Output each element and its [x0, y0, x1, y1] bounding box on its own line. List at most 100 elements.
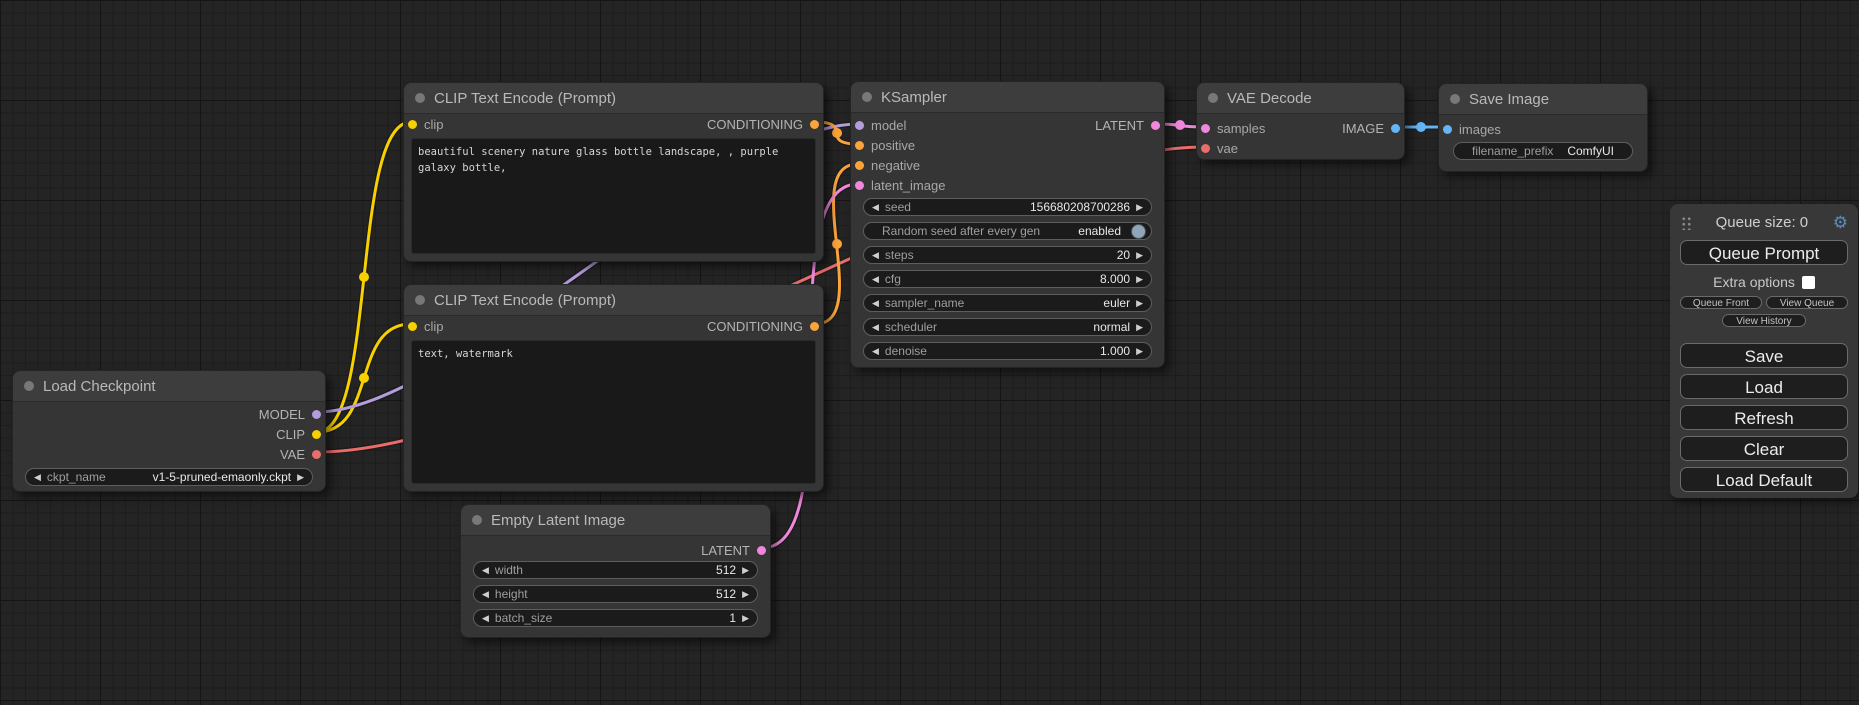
- load-default-button[interactable]: Load Default: [1680, 467, 1848, 492]
- input-slot-clip[interactable]: [408, 120, 417, 129]
- ckpt-name-widget[interactable]: ◀ ckpt_name v1-5-pruned-emaonly.ckpt ▶: [25, 468, 313, 486]
- node-title-bar[interactable]: Load Checkpoint: [13, 371, 325, 402]
- view-history-button[interactable]: View History: [1722, 314, 1806, 327]
- collapse-dot-icon[interactable]: [472, 515, 482, 525]
- node-clip-text-encode-negative[interactable]: CLIP Text Encode (Prompt) clip CONDITION…: [403, 284, 824, 492]
- node-vae-decode[interactable]: VAE Decode samples IMAGE vae: [1196, 82, 1405, 160]
- output-slot-conditioning[interactable]: [810, 322, 819, 331]
- node-title-bar[interactable]: VAE Decode: [1197, 83, 1404, 114]
- positive-prompt-textarea[interactable]: beautiful scenery nature glass bottle la…: [411, 138, 816, 254]
- output-slot-conditioning[interactable]: [810, 120, 819, 129]
- decrement-arrow-icon[interactable]: ◀: [34, 473, 41, 482]
- node-title-bar[interactable]: CLIP Text Encode (Prompt): [404, 285, 823, 316]
- queue-panel-header: Queue size: 0 ⚙: [1680, 212, 1848, 232]
- node-title: Empty Latent Image: [491, 512, 625, 529]
- node-clip-text-encode-positive[interactable]: CLIP Text Encode (Prompt) clip CONDITION…: [403, 82, 824, 262]
- increment-arrow-icon[interactable]: ▶: [1136, 251, 1143, 260]
- input-slot-samples[interactable]: [1201, 124, 1210, 133]
- drag-handle-icon[interactable]: [1680, 215, 1691, 230]
- input-slot-negative[interactable]: [855, 161, 864, 170]
- node-graph-canvas[interactable]: Load Checkpoint MODEL CLIP VAE ◀ ckpt_na…: [0, 0, 1859, 705]
- settings-gear-icon[interactable]: ⚙: [1833, 214, 1848, 231]
- node-empty-latent-image[interactable]: Empty Latent Image LATENT ◀ width 512 ▶ …: [460, 504, 771, 638]
- node-title-bar[interactable]: Empty Latent Image: [461, 505, 770, 536]
- decrement-arrow-icon[interactable]: ◀: [872, 203, 879, 212]
- node-title: KSampler: [881, 89, 947, 106]
- input-slot-latent-image[interactable]: [855, 181, 864, 190]
- node-title-bar[interactable]: Save Image: [1439, 84, 1647, 115]
- increment-arrow-icon[interactable]: ▶: [1136, 299, 1143, 308]
- height-widget[interactable]: ◀ height 512 ▶: [473, 585, 758, 603]
- node-title-bar[interactable]: KSampler: [851, 82, 1164, 113]
- output-row: CLIP: [13, 424, 325, 444]
- input-slot-positive[interactable]: [855, 141, 864, 150]
- decrement-arrow-icon[interactable]: ◀: [872, 347, 879, 356]
- collapse-dot-icon[interactable]: [415, 93, 425, 103]
- decrement-arrow-icon[interactable]: ◀: [482, 614, 489, 623]
- slot-row: vae: [1197, 138, 1404, 158]
- load-button[interactable]: Load: [1680, 374, 1848, 399]
- node-title: Load Checkpoint: [43, 378, 156, 395]
- output-slot-latent[interactable]: [757, 546, 766, 555]
- seed-widget[interactable]: ◀ seed 156680208700286 ▶: [863, 198, 1152, 216]
- link-dot: [832, 239, 842, 249]
- view-queue-button[interactable]: View Queue: [1766, 296, 1848, 309]
- filename-prefix-widget[interactable]: filename_prefix ComfyUI: [1453, 142, 1633, 160]
- output-slot-latent[interactable]: [1151, 121, 1160, 130]
- batch-size-widget[interactable]: ◀ batch_size 1 ▶: [473, 609, 758, 627]
- queue-prompt-button[interactable]: Queue Prompt: [1680, 240, 1848, 265]
- output-slot-model[interactable]: [312, 410, 321, 419]
- collapse-dot-icon[interactable]: [1450, 94, 1460, 104]
- decrement-arrow-icon[interactable]: ◀: [872, 251, 879, 260]
- increment-arrow-icon[interactable]: ▶: [1136, 203, 1143, 212]
- denoise-widget[interactable]: ◀ denoise 1.000 ▶: [863, 342, 1152, 360]
- link-dot: [832, 128, 842, 138]
- node-title: CLIP Text Encode (Prompt): [434, 90, 616, 107]
- decrement-arrow-icon[interactable]: ◀: [872, 299, 879, 308]
- cfg-widget[interactable]: ◀ cfg 8.000 ▶: [863, 270, 1152, 288]
- slot-row: positive: [851, 135, 1164, 155]
- output-slot-clip[interactable]: [312, 430, 321, 439]
- node-load-checkpoint[interactable]: Load Checkpoint MODEL CLIP VAE ◀ ckpt_na…: [12, 370, 326, 492]
- input-slot-model[interactable]: [855, 121, 864, 130]
- increment-arrow-icon[interactable]: ▶: [742, 590, 749, 599]
- increment-arrow-icon[interactable]: ▶: [742, 614, 749, 623]
- random-seed-toggle-widget[interactable]: Random seed after every gen enabled: [863, 222, 1152, 240]
- input-slot-vae[interactable]: [1201, 144, 1210, 153]
- increment-arrow-icon[interactable]: ▶: [297, 473, 304, 482]
- decrement-arrow-icon[interactable]: ◀: [872, 323, 879, 332]
- collapse-dot-icon[interactable]: [862, 92, 872, 102]
- decrement-arrow-icon[interactable]: ◀: [482, 590, 489, 599]
- refresh-button[interactable]: Refresh: [1680, 405, 1848, 430]
- scheduler-widget[interactable]: ◀ scheduler normal ▶: [863, 318, 1152, 336]
- decrement-arrow-icon[interactable]: ◀: [872, 275, 879, 284]
- slot-row: samples IMAGE: [1197, 118, 1404, 138]
- output-slot-image[interactable]: [1391, 124, 1400, 133]
- save-button[interactable]: Save: [1680, 343, 1848, 368]
- steps-widget[interactable]: ◀ steps 20 ▶: [863, 246, 1152, 264]
- increment-arrow-icon[interactable]: ▶: [1136, 347, 1143, 356]
- input-slot-clip[interactable]: [408, 322, 417, 331]
- node-ksampler[interactable]: KSampler model LATENT positive negative …: [850, 81, 1165, 368]
- link-dot: [1175, 120, 1185, 130]
- negative-prompt-textarea[interactable]: text, watermark: [411, 340, 816, 484]
- collapse-dot-icon[interactable]: [415, 295, 425, 305]
- decrement-arrow-icon[interactable]: ◀: [482, 566, 489, 575]
- sampler-name-widget[interactable]: ◀ sampler_name euler ▶: [863, 294, 1152, 312]
- node-save-image[interactable]: Save Image images filename_prefix ComfyU…: [1438, 83, 1648, 172]
- link-dot: [359, 272, 369, 282]
- clear-button[interactable]: Clear: [1680, 436, 1848, 461]
- collapse-dot-icon[interactable]: [24, 381, 34, 391]
- increment-arrow-icon[interactable]: ▶: [1136, 323, 1143, 332]
- output-slot-vae[interactable]: [312, 450, 321, 459]
- node-title-bar[interactable]: CLIP Text Encode (Prompt): [404, 83, 823, 114]
- increment-arrow-icon[interactable]: ▶: [742, 566, 749, 575]
- width-widget[interactable]: ◀ width 512 ▶: [473, 561, 758, 579]
- toggle-circle-icon[interactable]: [1131, 224, 1146, 239]
- extra-options-checkbox[interactable]: [1802, 276, 1815, 289]
- queue-front-button[interactable]: Queue Front: [1680, 296, 1762, 309]
- increment-arrow-icon[interactable]: ▶: [1136, 275, 1143, 284]
- collapse-dot-icon[interactable]: [1208, 93, 1218, 103]
- input-slot-images[interactable]: [1443, 125, 1452, 134]
- queue-panel: Queue size: 0 ⚙ Queue Prompt Extra optio…: [1670, 204, 1858, 498]
